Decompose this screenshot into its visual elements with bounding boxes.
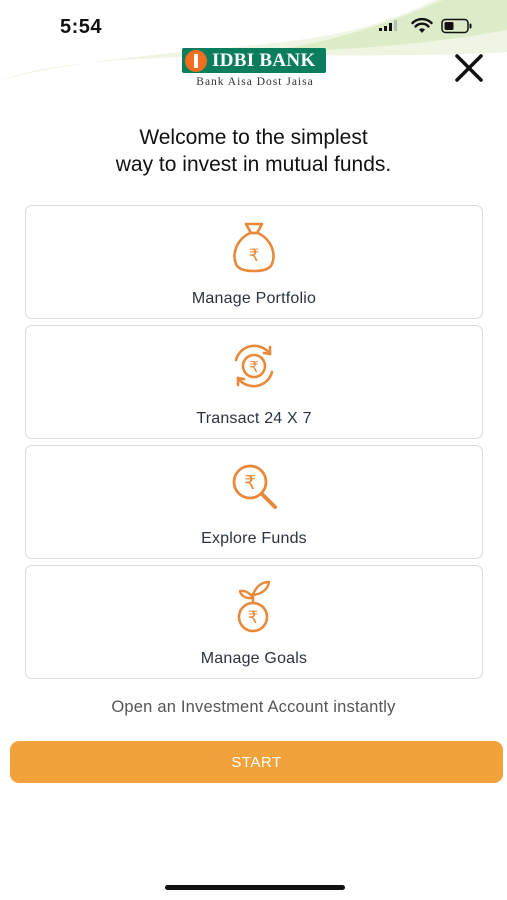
svg-text:₹: ₹ bbox=[248, 608, 259, 628]
logo-tagline: Bank Aisa Dost Jaisa bbox=[196, 76, 314, 88]
idbi-bank-logo: IDBI BANK Bank Aisa Dost Jaisa bbox=[182, 48, 328, 92]
status-time: 5:54 bbox=[60, 16, 103, 38]
home-indicator[interactable] bbox=[165, 885, 345, 890]
signal-icon bbox=[379, 20, 397, 31]
welcome-line-2: way to invest in mutual funds. bbox=[115, 153, 392, 176]
open-account-text: Open an Investment Account instantly bbox=[111, 698, 396, 716]
logo-text: IDBI BANK bbox=[212, 49, 316, 71]
card-manage-goals[interactable]: ₹ Manage Goals bbox=[25, 565, 483, 679]
rupee-search-icon: ₹ bbox=[232, 464, 277, 509]
svg-text:₹: ₹ bbox=[249, 358, 259, 376]
logo-bar: IDBI BANK bbox=[182, 48, 326, 73]
start-button[interactable]: START bbox=[10, 741, 503, 783]
card-manage-portfolio[interactable]: ₹ Manage Portfolio bbox=[25, 205, 483, 319]
card-transact[interactable]: ₹ Transact 24 X 7 bbox=[25, 325, 483, 439]
svg-text:₹: ₹ bbox=[249, 246, 260, 266]
money-bag-icon: ₹ bbox=[233, 222, 275, 273]
welcome-heading: Welcome to the simplest way to invest in… bbox=[0, 124, 507, 178]
close-icon bbox=[455, 54, 483, 82]
card-explore-funds[interactable]: ₹ Explore Funds bbox=[25, 445, 483, 559]
battery-icon bbox=[441, 18, 472, 34]
svg-text:₹: ₹ bbox=[244, 472, 256, 494]
status-icons bbox=[379, 18, 473, 34]
close-button[interactable] bbox=[451, 50, 487, 86]
card-label: Transact 24 X 7 bbox=[196, 410, 312, 427]
wifi-icon bbox=[411, 18, 433, 33]
app-header: IDBI BANK Bank Aisa Dost Jaisa bbox=[0, 40, 507, 92]
logo-mark-icon bbox=[185, 49, 207, 72]
card-label: Manage Goals bbox=[200, 650, 308, 667]
feature-cards: ₹ Manage Portfolio ₹ Transact 24 X 7 ₹ E… bbox=[25, 205, 483, 685]
card-label: Manage Portfolio bbox=[191, 290, 317, 307]
welcome-line-1: Welcome to the simplest bbox=[139, 126, 368, 149]
rupee-plant-icon: ₹ bbox=[237, 580, 271, 633]
rupee-cycle-icon: ₹ bbox=[234, 344, 274, 388]
card-label: Explore Funds bbox=[201, 530, 307, 547]
